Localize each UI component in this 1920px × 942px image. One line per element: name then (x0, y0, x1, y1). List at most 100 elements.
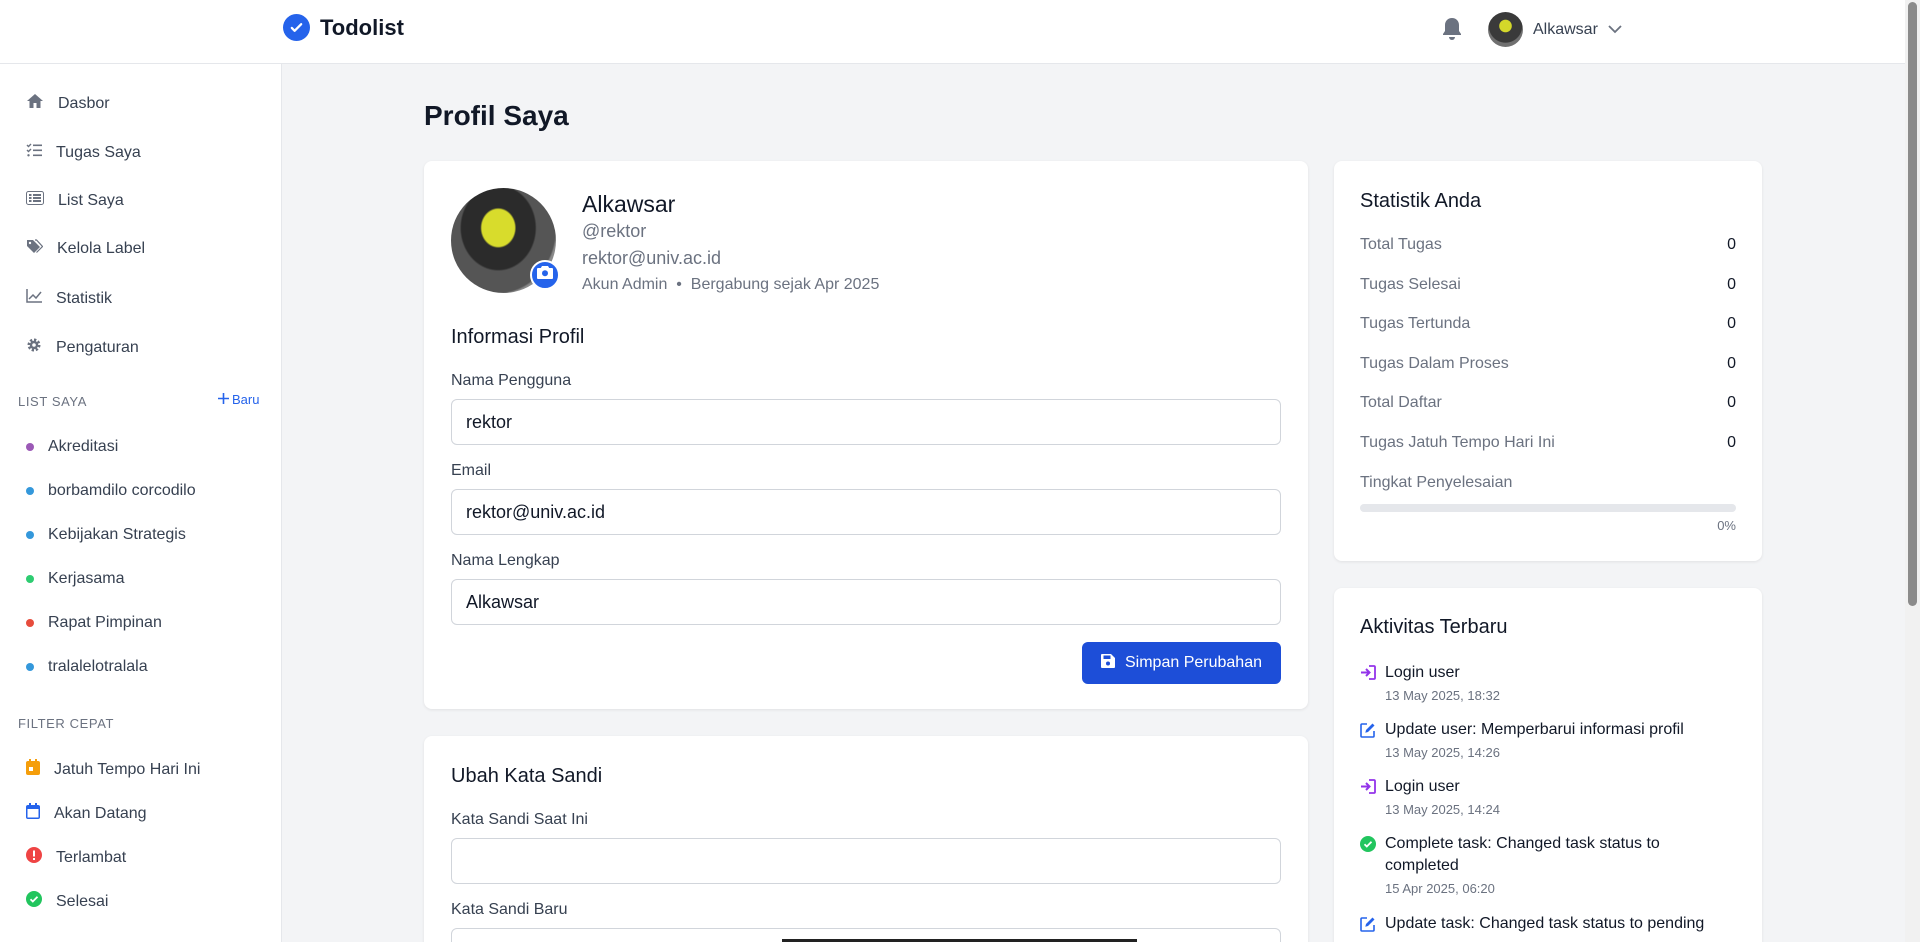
completion-progress-bar (1360, 504, 1736, 512)
new-list-label: Baru (232, 392, 260, 407)
profile-card: Alkawsar @rektor rektor@univ.ac.id Akun … (424, 161, 1308, 709)
sidebar-item-label: Statistik (56, 289, 113, 307)
current-password-field[interactable] (451, 838, 1281, 884)
profile-username: @rektor (582, 221, 647, 241)
user-menu[interactable]: Alkawsar (1488, 12, 1622, 47)
filter-item-due-today[interactable]: Jatuh Tempo Hari Ini (26, 759, 200, 780)
activity-item-time: 13 May 2025, 14:24 (1385, 802, 1500, 817)
activity-title: Aktivitas Terbaru (1360, 616, 1508, 638)
sign-in-icon (1360, 779, 1376, 817)
fullname-field[interactable] (451, 579, 1281, 625)
user-name: Alkawsar (1533, 20, 1598, 38)
save-icon (1101, 653, 1115, 673)
activity-item-time: 15 Apr 2025, 06:20 (1385, 881, 1495, 896)
sidebar-item-tugas-saya[interactable]: Tugas Saya (26, 143, 141, 162)
profile-info-title: Informasi Profil (451, 326, 585, 348)
list-item[interactable]: Kebijakan Strategis (26, 526, 186, 544)
activity-item-title: Complete task: Changed task status to co… (1385, 835, 1660, 874)
sign-in-icon (1360, 665, 1376, 703)
activity-item-title: Login user (1385, 778, 1460, 795)
calendar-icon (26, 803, 40, 824)
stats-card: Statistik Anda Total Tugas 0 Tugas Selesa… (1334, 161, 1762, 561)
stat-value: 0 (1727, 394, 1736, 411)
stat-label: Tugas Jatuh Tempo Hari Ini (1360, 434, 1555, 451)
stat-value: 0 (1727, 315, 1736, 332)
chart-line-icon (26, 289, 42, 308)
stat-label: Tugas Selesai (1360, 276, 1461, 293)
sidebar-item-kelola-label[interactable]: Kelola Label (26, 239, 145, 259)
filter-item-label: Jatuh Tempo Hari Ini (54, 760, 201, 778)
filter-item-upcoming[interactable]: Akan Datang (26, 803, 147, 824)
sidebar-item-label: Kelola Label (57, 240, 146, 257)
fullname-label: Nama Lengkap (451, 552, 560, 569)
stat-label: Total Daftar (1360, 394, 1442, 411)
profile-name: Alkawsar (582, 191, 676, 217)
new-list-button[interactable]: Baru (218, 392, 259, 407)
chevron-down-icon (1608, 21, 1622, 39)
avatar (1488, 12, 1523, 47)
list-item[interactable]: Rapat Pimpinan (26, 614, 162, 632)
brand[interactable]: Todolist (283, 14, 404, 41)
sidebar-item-list-saya[interactable]: List Saya (26, 191, 124, 210)
list-color-dot (26, 487, 34, 495)
stat-label: Tugas Dalam Proses (1360, 355, 1509, 372)
list-item[interactable]: Kerjasama (26, 570, 124, 588)
list-color-dot (26, 575, 34, 583)
sidebar-item-label: List Saya (58, 191, 124, 209)
brand-name: Todolist (320, 14, 404, 40)
tasks-icon (26, 143, 42, 162)
stat-row: Tugas Selesai 0 (1360, 276, 1736, 294)
sidebar-item-statistik[interactable]: Statistik (26, 289, 112, 308)
home-icon (26, 93, 44, 114)
scrollbar-thumb[interactable] (1908, 2, 1917, 606)
sidebar-item-pengaturan[interactable]: Pengaturan (26, 337, 139, 358)
plus-icon (218, 392, 229, 407)
camera-icon (537, 266, 553, 284)
activity-item: Update user: Memperbarui informasi profi… (1360, 719, 1736, 760)
list-color-dot (26, 531, 34, 539)
page-scrollbar[interactable] (1905, 0, 1920, 942)
check-circle-icon (26, 891, 42, 912)
activity-item: Complete task: Changed task status to co… (1360, 833, 1736, 896)
completion-percent: 0% (1717, 518, 1736, 533)
list-item-label: Kerjasama (48, 570, 125, 587)
password-title: Ubah Kata Sandi (451, 765, 603, 787)
stats-title: Statistik Anda (1360, 190, 1482, 212)
list-color-dot (26, 619, 34, 627)
check-circle-icon (283, 14, 310, 41)
list-item[interactable]: Akreditasi (26, 438, 118, 456)
filter-item-completed[interactable]: Selesai (26, 891, 108, 912)
sidebar-item-dasbor[interactable]: Dasbor (26, 93, 110, 114)
bell-icon[interactable] (1440, 16, 1464, 47)
username-field[interactable] (451, 399, 1281, 445)
list-item[interactable]: borbamdilo corcodilo (26, 482, 196, 500)
change-photo-button[interactable] (530, 260, 560, 290)
activity-card: Aktivitas Terbaru Login user 13 May 2025,… (1334, 588, 1762, 942)
activity-item-title: Login user (1385, 664, 1460, 681)
filter-item-overdue[interactable]: Terlambat (26, 847, 126, 868)
username-label: Nama Pengguna (451, 372, 572, 389)
stat-value: 0 (1727, 434, 1736, 451)
activity-item-title: Update user: Memperbarui informasi profi… (1385, 721, 1684, 738)
stat-label: Total Tugas (1360, 236, 1442, 253)
calendar-day-icon (26, 759, 40, 780)
list-item[interactable]: tralalelotralala (26, 658, 148, 676)
save-button[interactable]: Simpan Perubahan (1082, 642, 1281, 684)
save-button-label: Simpan Perubahan (1125, 654, 1262, 671)
section-title-filters: FILTER CEPAT (18, 716, 115, 731)
list-item-label: Kebijakan Strategis (48, 526, 186, 543)
list-item-label: Rapat Pimpinan (48, 614, 162, 631)
top-navbar: Todolist Alkawsar (0, 0, 1905, 64)
list-item-label: Akreditasi (48, 438, 119, 455)
page-title: Profil Saya (424, 100, 569, 131)
gear-icon (26, 337, 42, 358)
stat-row: Tugas Tertunda 0 (1360, 315, 1736, 333)
filter-item-label: Terlambat (56, 848, 127, 866)
stat-row: Total Daftar 0 (1360, 394, 1736, 412)
filter-item-label: Selesai (56, 892, 109, 910)
sidebar-item-label: Pengaturan (56, 338, 139, 356)
tags-icon (26, 239, 44, 259)
email-field[interactable] (451, 489, 1281, 535)
edit-icon (1360, 916, 1376, 937)
list-item-label: borbamdilo corcodilo (48, 482, 196, 499)
